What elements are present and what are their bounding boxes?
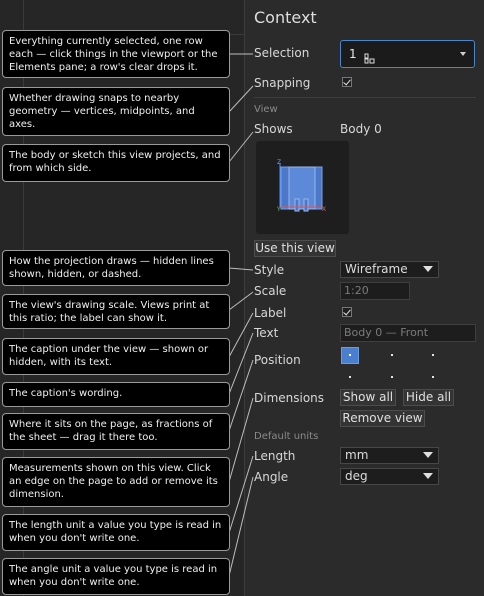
tooltip-style: How the projection draws — hidden lines … bbox=[2, 250, 230, 286]
tooltip-text: The caption's wording. bbox=[2, 382, 230, 407]
tooltip-selection: Everything currently selected, one row e… bbox=[2, 30, 230, 78]
tooltip-dimensions: Measurements shown on this view. Click a… bbox=[2, 457, 230, 507]
tooltip-snapping: Whether drawing snaps to nearby geometry… bbox=[2, 87, 230, 136]
tooltip-scale: The view's drawing scale. Views print at… bbox=[2, 294, 230, 329]
tooltip-position: Where it sits on the page, as fractions … bbox=[2, 413, 230, 450]
tooltip-angle: The angle unit a value you type is read … bbox=[2, 558, 230, 595]
tooltip-label: The caption under the view — shown or hi… bbox=[2, 338, 230, 375]
tooltip-shows: The body or sketch this view projects, a… bbox=[2, 144, 230, 182]
tooltip-length: The length unit a value you type is read… bbox=[2, 514, 230, 551]
